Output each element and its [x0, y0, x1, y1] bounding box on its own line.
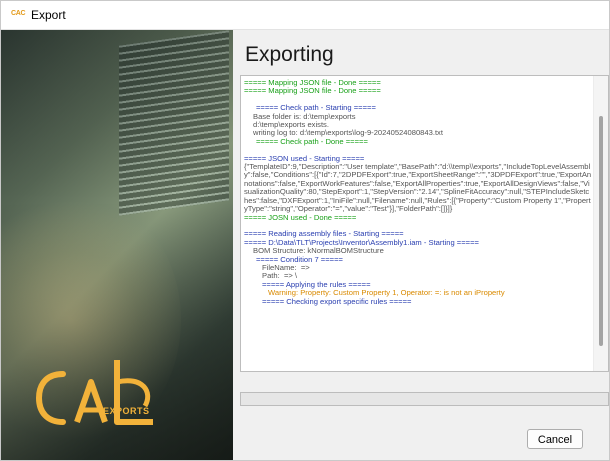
title-bar[interactable]: CAC Export: [1, 1, 609, 30]
log-line: ===== JOSN used - Done =====: [244, 212, 357, 222]
branding-image: EXPORTS: [1, 30, 233, 460]
cad-logo-icon: [35, 360, 153, 425]
scrollbar-thumb[interactable]: [599, 116, 603, 346]
page-title: Exporting: [245, 43, 334, 66]
window-title: Export: [31, 8, 66, 22]
log-line: ===== Checking export specific rules ===…: [262, 296, 412, 306]
log-content: ===== Mapping JSON file - Done ===== ====…: [241, 76, 593, 371]
export-window: CAC Export EXPORTS Exporting ===== Mappi…: [0, 0, 610, 461]
cancel-button[interactable]: Cancel: [527, 429, 583, 449]
app-logo-icon: CAC: [11, 10, 26, 17]
log-scrollbar[interactable]: [593, 76, 608, 371]
log-line: {"TemplateID":9,"Description":"User temp…: [244, 162, 592, 214]
log-line: ===== Check path - Done =====: [256, 136, 368, 146]
logo-exports-label: EXPORTS: [103, 406, 150, 416]
progress-bar: [240, 392, 609, 406]
log-output[interactable]: ===== Mapping JSON file - Done ===== ====…: [240, 75, 609, 372]
log-line: ===== Mapping JSON file - Done =====: [244, 86, 381, 96]
